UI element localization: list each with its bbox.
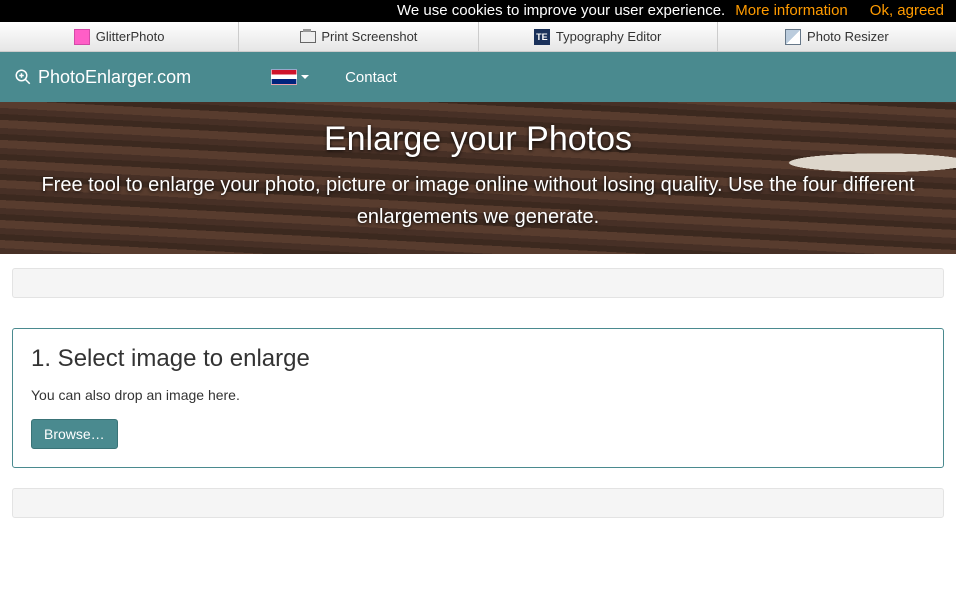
contact-link[interactable]: Contact (345, 69, 397, 86)
tab-print-screenshot[interactable]: Print Screenshot (239, 22, 478, 51)
tab-label: Print Screenshot (321, 29, 417, 44)
tab-glitterphoto[interactable]: GlitterPhoto (0, 22, 239, 51)
hero-subtitle: Free tool to enlarge your photo, picture… (0, 169, 956, 233)
printer-icon (299, 29, 315, 45)
step-1-panel[interactable]: 1. Select image to enlarge You can also … (12, 328, 944, 468)
tab-label: Typography Editor (556, 29, 662, 44)
step-1-title: 1. Select image to enlarge (31, 345, 925, 373)
ad-placeholder-top (12, 268, 944, 298)
hero-title: Enlarge your Photos (0, 120, 956, 159)
content-area: 1. Select image to enlarge You can also … (0, 254, 956, 518)
cookie-bar: We use cookies to improve your user expe… (0, 0, 956, 22)
cookie-message: We use cookies to improve your user expe… (397, 0, 725, 22)
site-tabs: GlitterPhoto Print Screenshot TE Typogra… (0, 22, 956, 52)
step-1-hint: You can also drop an image here. (31, 387, 925, 403)
browse-button[interactable]: Browse… (31, 419, 118, 449)
main-nav: PhotoEnlarger.com Contact (0, 52, 956, 102)
magnify-plus-icon (14, 68, 32, 86)
brand-text: PhotoEnlarger.com (38, 67, 191, 88)
flag-uk-icon (271, 69, 297, 85)
tab-photo-resizer[interactable]: Photo Resizer (718, 22, 956, 51)
hero: Enlarge your Photos Free tool to enlarge… (0, 102, 956, 254)
chevron-down-icon (301, 75, 309, 79)
brand-link[interactable]: PhotoEnlarger.com (14, 67, 191, 88)
resize-icon (785, 29, 801, 45)
tab-typography-editor[interactable]: TE Typography Editor (479, 22, 718, 51)
ad-placeholder-bottom (12, 488, 944, 518)
glitter-icon (74, 29, 90, 45)
tab-label: GlitterPhoto (96, 29, 165, 44)
language-selector[interactable] (271, 69, 309, 85)
cookie-accept-link[interactable]: Ok, agreed (870, 0, 944, 22)
te-icon: TE (534, 29, 550, 45)
tab-label: Photo Resizer (807, 29, 889, 44)
cookie-more-link[interactable]: More information (735, 0, 848, 22)
